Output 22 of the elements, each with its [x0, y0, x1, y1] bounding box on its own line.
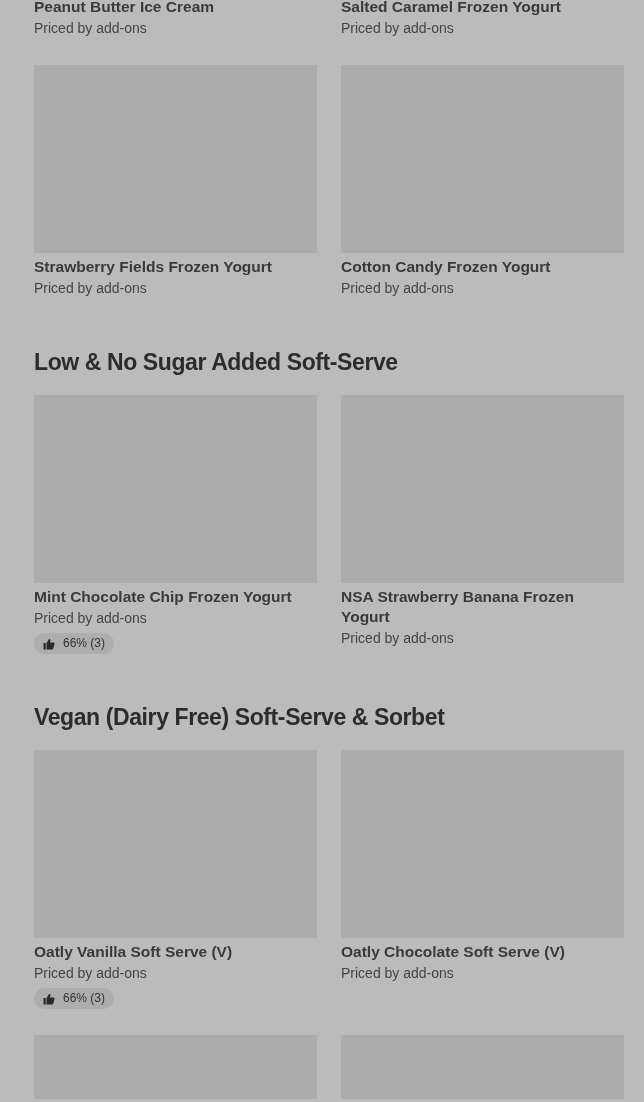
item-name[interactable]: Mint Chocolate Chip Frozen Yogurt — [34, 587, 317, 607]
thumbs-up-icon — [43, 992, 55, 1005]
section-heading: Low & No Sugar Added Soft-Serve — [34, 348, 399, 377]
item-name[interactable]: Oatly Vanilla Soft Serve (V) — [34, 942, 317, 962]
item-price: Priced by add-ons — [341, 279, 455, 298]
item-price: Priced by add-ons — [341, 19, 455, 38]
item-name[interactable]: Strawberry Fields Frozen Yogurt — [34, 257, 317, 277]
item-name[interactable]: Peanut Butter Ice Cream — [34, 0, 317, 17]
item-name[interactable]: Oatly Chocolate Soft Serve (V) — [341, 942, 624, 962]
item-name[interactable]: Salted Caramel Frozen Yogurt — [341, 0, 624, 17]
section-heading: Vegan (Dairy Free) Soft-Serve & Sorbet — [34, 703, 446, 732]
item-price: Priced by add-ons — [34, 279, 148, 298]
item-price: Priced by add-ons — [34, 964, 148, 983]
item-price: Priced by add-ons — [34, 19, 148, 38]
item-price: Priced by add-ons — [34, 609, 148, 628]
item-name[interactable]: Cotton Candy Frozen Yogurt — [341, 257, 624, 277]
rating-text: 66% (3) — [63, 636, 106, 651]
item-price: Priced by add-ons — [341, 964, 455, 983]
rating-text: 66% (3) — [63, 991, 106, 1006]
item-name[interactable]: NSA Strawberry Banana Frozen Yogurt — [341, 587, 624, 627]
item-price: Priced by add-ons — [341, 629, 455, 648]
thumbs-up-icon — [43, 637, 55, 650]
